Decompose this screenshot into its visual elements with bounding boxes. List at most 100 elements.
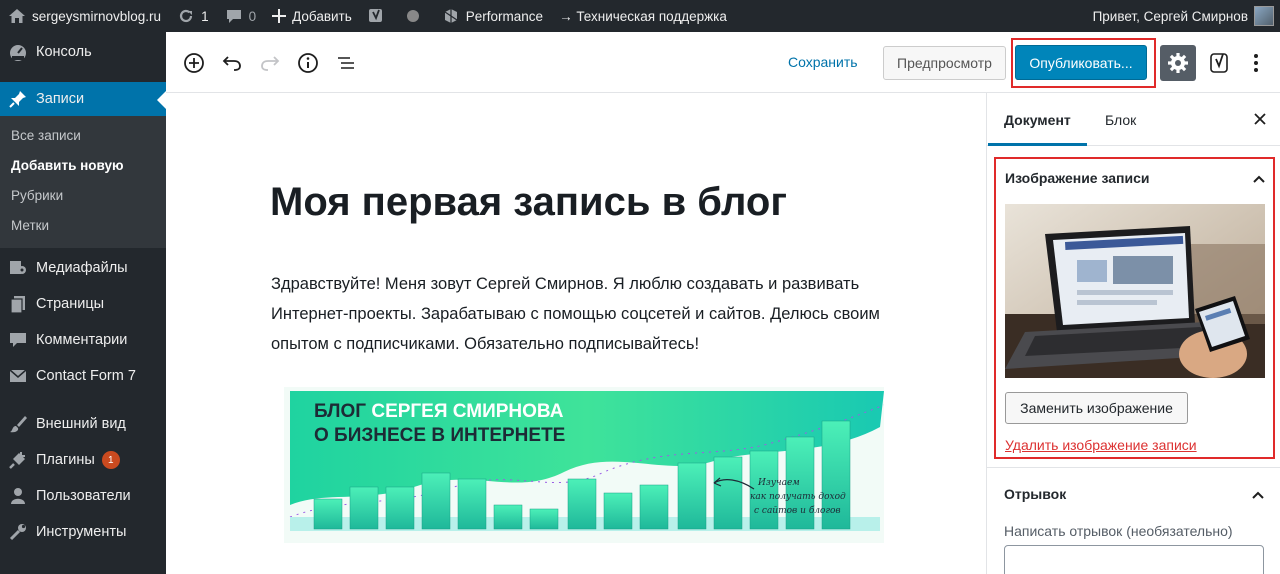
circle-status-icon	[406, 10, 419, 22]
home-icon	[9, 9, 25, 23]
plus-icon	[272, 9, 287, 23]
comments-link[interactable]: 0	[217, 0, 265, 32]
users-icon	[8, 486, 28, 506]
editor-toolbar: Сохранить Предпросмотр Опубликовать...	[166, 32, 1280, 93]
sidebar-tabs: Документ Блок	[987, 93, 1280, 146]
performance-icon	[444, 9, 458, 23]
sidebar-item-label: Contact Form 7	[36, 368, 136, 384]
remove-image-link[interactable]: Удалить изображение записи	[1005, 437, 1197, 453]
excerpt-title[interactable]: Отрывок	[1004, 486, 1066, 502]
sidebar-item-pages[interactable]: Страницы	[0, 286, 166, 322]
banner-note-2: как получать доход	[750, 492, 846, 502]
chevron-up-icon[interactable]	[1251, 171, 1267, 187]
outline-list-icon[interactable]	[334, 51, 358, 75]
sidebar-item-label: Записи	[36, 91, 85, 107]
yoast-icon	[368, 9, 382, 22]
sidebar-item-media[interactable]: Медиафайлы	[0, 250, 166, 286]
yoast-menu[interactable]	[360, 0, 398, 32]
sidebar-item-comments[interactable]: Комментарии	[0, 322, 166, 358]
sidebar-item-label: Комментарии	[36, 332, 128, 348]
add-new-label: Добавить	[292, 8, 352, 24]
refresh-icon	[180, 9, 193, 23]
add-block-icon[interactable]	[182, 51, 206, 75]
banner-line1-b: СЕРГЕЯ СМИРНОВА	[371, 401, 563, 422]
settings-button[interactable]	[1160, 45, 1196, 81]
submenu-categories[interactable]: Рубрики	[0, 180, 166, 210]
banner-line2: О БИЗНЕСЕ В ИНТЕРНЕТЕ	[314, 425, 565, 446]
seo-status-indicator[interactable]	[398, 0, 434, 32]
site-name-label: sergeysmirnovblog.ru	[32, 8, 162, 24]
featured-image-thumbnail[interactable]	[1005, 204, 1265, 378]
sidebar-item-posts[interactable]: Записи	[0, 82, 166, 116]
tab-document[interactable]: Документ	[988, 93, 1087, 146]
banner-line1-a: БЛОГ	[314, 401, 371, 422]
more-options-icon[interactable]	[1244, 49, 1268, 77]
sidebar-item-label: Внешний вид	[36, 416, 126, 432]
sidebar-item-appearance[interactable]: Внешний вид	[0, 406, 166, 442]
performance-link[interactable]: Performance	[434, 0, 551, 32]
plugin-icon	[8, 450, 28, 470]
updates-count: 1	[201, 8, 209, 24]
admin-bar: sergeysmirnovblog.ru 1 0 Добавить Perfor…	[0, 0, 1280, 32]
redo-icon[interactable]	[258, 51, 282, 75]
pin-icon	[8, 89, 28, 109]
banner-note-1: Изучаем	[757, 478, 800, 488]
sidebar-item-label: Инструменты	[36, 524, 127, 540]
support-label: → Техническая поддержка	[559, 8, 727, 24]
editor-canvas: Моя первая запись в блог Здравствуйте! М…	[166, 93, 986, 574]
yoast-icon	[1210, 53, 1228, 73]
yoast-sidebar-button[interactable]	[1206, 49, 1234, 77]
section-divider	[987, 467, 1280, 468]
excerpt-label: Написать отрывок (необязательно)	[1004, 523, 1233, 539]
featured-image-title[interactable]: Изображение записи	[1005, 170, 1150, 186]
sidebar-item-label: Консоль	[36, 44, 92, 60]
preview-button[interactable]: Предпросмотр	[883, 46, 1006, 80]
undo-icon[interactable]	[220, 51, 244, 75]
account-menu[interactable]: Привет, Сергей Смирнов	[1093, 0, 1280, 32]
comments-count: 0	[248, 8, 257, 24]
svg-text:БЛОГ СЕРГЕЯ СМИРНОВА: БЛОГ СЕРГЕЯ СМИРНОВА	[314, 401, 564, 422]
sidebar-item-label: Плагины	[36, 452, 95, 468]
submenu-add-new[interactable]: Добавить новую	[0, 150, 166, 180]
gear-icon	[1168, 53, 1188, 73]
sidebar-item-contact-form[interactable]: Contact Form 7	[0, 358, 166, 394]
mail-icon	[8, 366, 28, 386]
sidebar-item-plugins[interactable]: Плагины 1	[0, 442, 166, 478]
replace-image-button[interactable]: Заменить изображение	[1005, 392, 1188, 424]
tools-icon	[8, 522, 28, 542]
updates-link[interactable]: 1	[169, 0, 217, 32]
sidebar-item-dashboard[interactable]: Консоль	[0, 34, 166, 70]
sidebar-item-label: Страницы	[36, 296, 105, 312]
info-icon[interactable]	[296, 51, 320, 75]
chevron-up-icon[interactable]	[1250, 487, 1266, 503]
plugin-update-badge: 1	[101, 451, 120, 469]
settings-sidebar: Документ Блок Изображение записи Заменит…	[986, 93, 1280, 574]
save-draft-link[interactable]: Сохранить	[788, 54, 858, 70]
site-name-link[interactable]: sergeysmirnovblog.ru	[0, 0, 169, 32]
dashboard-icon	[8, 42, 28, 62]
paragraph-block[interactable]: Здравствуйте! Меня зовут Сергей Смирнов.…	[271, 269, 891, 359]
comment-icon	[8, 330, 28, 350]
featured-image-panel: Изображение записи Заменить изображение …	[994, 157, 1275, 459]
support-link[interactable]: → Техническая поддержка	[551, 0, 735, 32]
brush-icon	[8, 414, 28, 434]
sidebar-item-label: Пользователи	[36, 488, 131, 504]
close-icon[interactable]	[1250, 109, 1270, 129]
add-new-link[interactable]: Добавить	[264, 0, 360, 32]
comment-icon	[226, 10, 241, 23]
submenu-all-posts[interactable]: Все записи	[0, 120, 166, 150]
publish-button[interactable]: Опубликовать...	[1015, 45, 1147, 80]
banner-image-block[interactable]: БЛОГ СЕРГЕЯ СМИРНОВА О БИЗНЕСЕ В ИНТЕРНЕ…	[284, 387, 885, 543]
sidebar-item-users[interactable]: Пользователи	[0, 478, 166, 514]
tab-block[interactable]: Блок	[1105, 93, 1136, 146]
admin-sidebar: Консоль Записи Все записи Добавить новую…	[0, 32, 166, 574]
avatar	[1254, 6, 1274, 26]
greeting-label: Привет, Сергей Смирнов	[1092, 8, 1248, 24]
pages-icon	[8, 294, 28, 314]
posts-submenu: Все записи Добавить новую Рубрики Метки	[0, 116, 166, 248]
submenu-tags[interactable]: Метки	[0, 210, 166, 240]
excerpt-textarea[interactable]	[1004, 545, 1264, 574]
post-title[interactable]: Моя первая запись в блог	[270, 175, 890, 229]
sidebar-item-label: Медиафайлы	[36, 260, 128, 276]
sidebar-item-tools[interactable]: Инструменты	[0, 514, 166, 550]
